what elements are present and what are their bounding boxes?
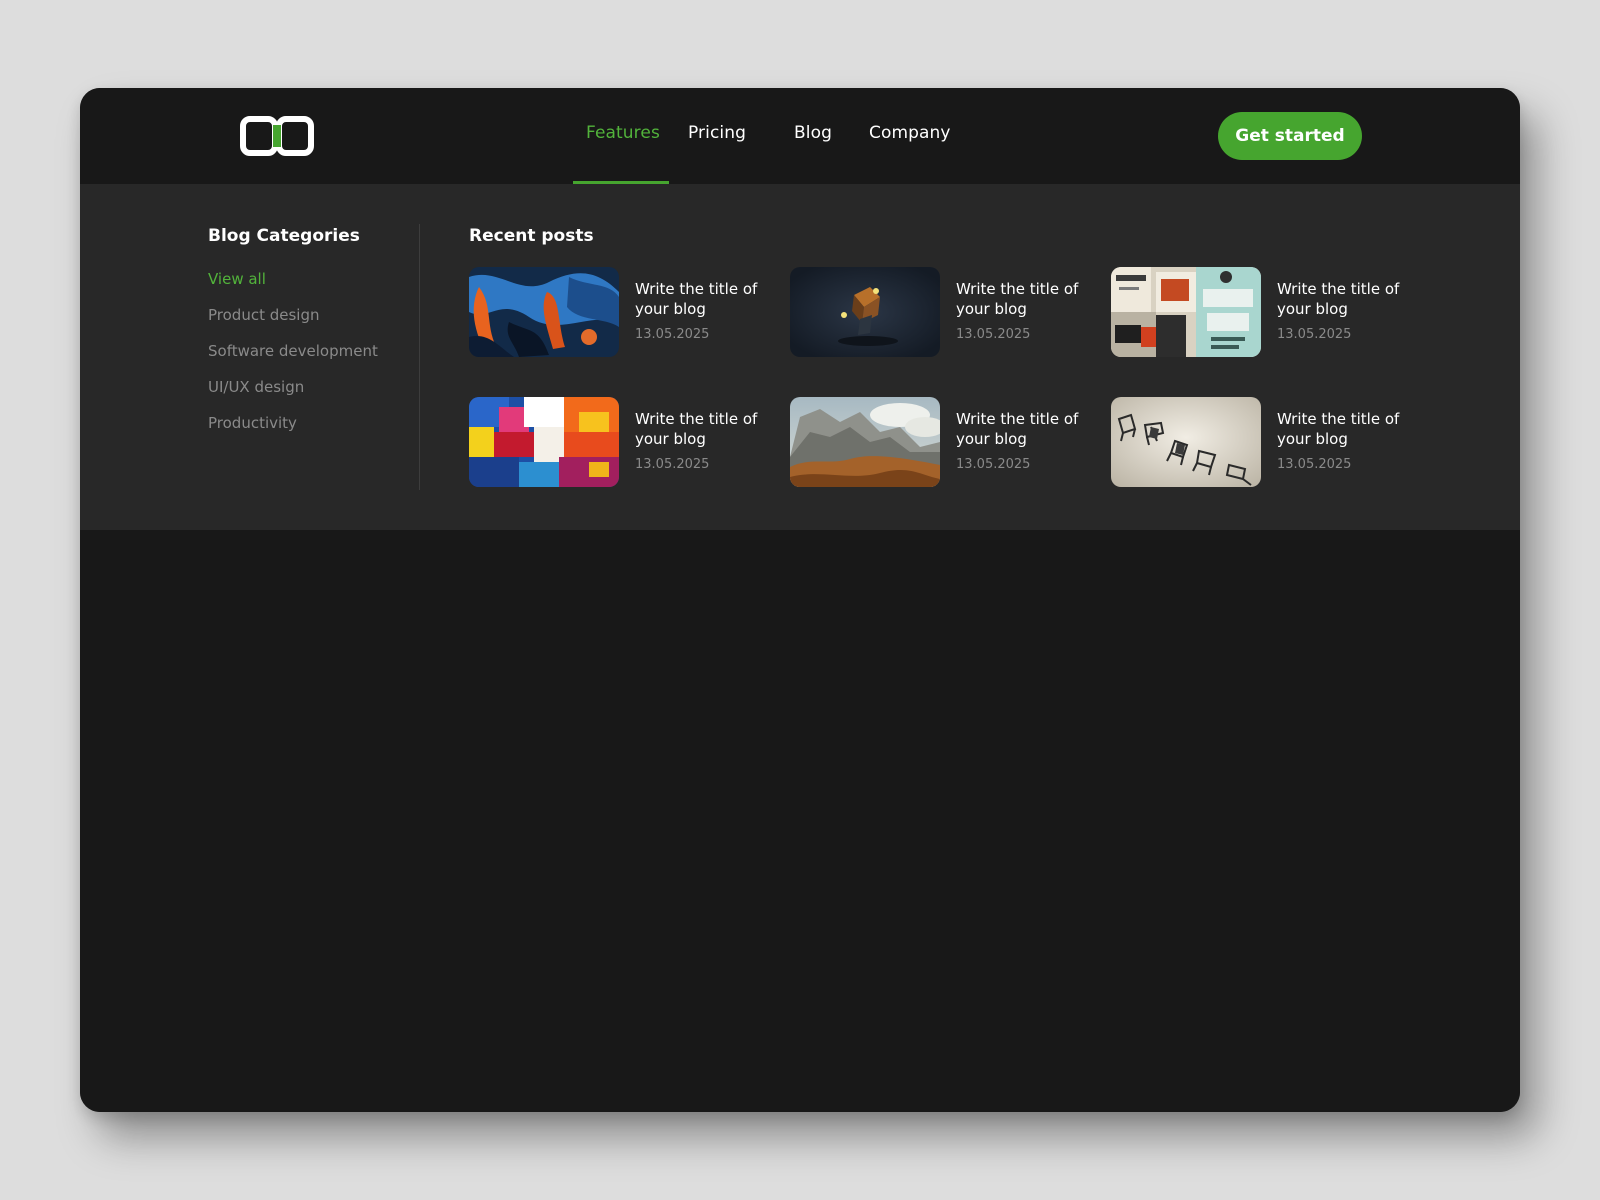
post-thumbnail-poster-collage: [1111, 267, 1261, 357]
post-date: 13.05.2025: [635, 457, 710, 472]
post-thumbnail-flying-chairs: [1111, 397, 1261, 487]
post-title: Write the title of your blog: [1277, 410, 1400, 448]
post-thumbnail-mountain-landscape: [790, 397, 940, 487]
top-navbar: Features Pricing Blog Company Get starte…: [80, 88, 1520, 184]
category-product-design[interactable]: Product design: [208, 306, 319, 324]
nav-features[interactable]: Features: [586, 123, 660, 143]
post-card[interactable]: Write the title of your blog 13.05.2025: [469, 397, 769, 487]
categories-heading: Blog Categories: [208, 226, 360, 246]
post-date: 13.05.2025: [1277, 327, 1352, 342]
category-productivity[interactable]: Productivity: [208, 414, 297, 432]
category-view-all[interactable]: View all: [208, 270, 266, 288]
post-card[interactable]: Write the title of your blog 13.05.2025: [1111, 397, 1411, 487]
app-window: Features Pricing Blog Company Get starte…: [80, 88, 1520, 1112]
post-card[interactable]: Write the title of your blog 13.05.2025: [1111, 267, 1411, 357]
get-started-button[interactable]: Get started: [1218, 112, 1362, 160]
post-title: Write the title of your blog: [956, 280, 1079, 318]
nav-blog[interactable]: Blog: [794, 123, 832, 143]
post-title: Write the title of your blog: [635, 410, 758, 448]
nav-company[interactable]: Company: [869, 123, 951, 143]
post-thumbnail-abstract-paint: [469, 267, 619, 357]
post-date: 13.05.2025: [956, 457, 1031, 472]
post-thumbnail-floating-cube: [790, 267, 940, 357]
menu-divider: [419, 224, 420, 490]
post-card[interactable]: Write the title of your blog 13.05.2025: [469, 267, 769, 357]
post-date: 13.05.2025: [1277, 457, 1352, 472]
recent-posts-heading: Recent posts: [469, 226, 594, 246]
post-thumbnail-colorful-painting: [469, 397, 619, 487]
post-title: Write the title of your blog: [635, 280, 758, 318]
logo-icon[interactable]: [240, 116, 314, 156]
post-date: 13.05.2025: [956, 327, 1031, 342]
main-content-area: [80, 530, 1520, 1112]
post-card[interactable]: Write the title of your blog 13.05.2025: [790, 397, 1090, 487]
post-title: Write the title of your blog: [956, 410, 1079, 448]
post-title: Write the title of your blog: [1277, 280, 1400, 318]
category-software-development[interactable]: Software development: [208, 342, 378, 360]
nav-pricing[interactable]: Pricing: [688, 123, 746, 143]
post-date: 13.05.2025: [635, 327, 710, 342]
blog-mega-menu: Blog Categories View all Product design …: [80, 184, 1520, 530]
post-card[interactable]: Write the title of your blog 13.05.2025: [790, 267, 1090, 357]
category-uiux-design[interactable]: UI/UX design: [208, 378, 304, 396]
